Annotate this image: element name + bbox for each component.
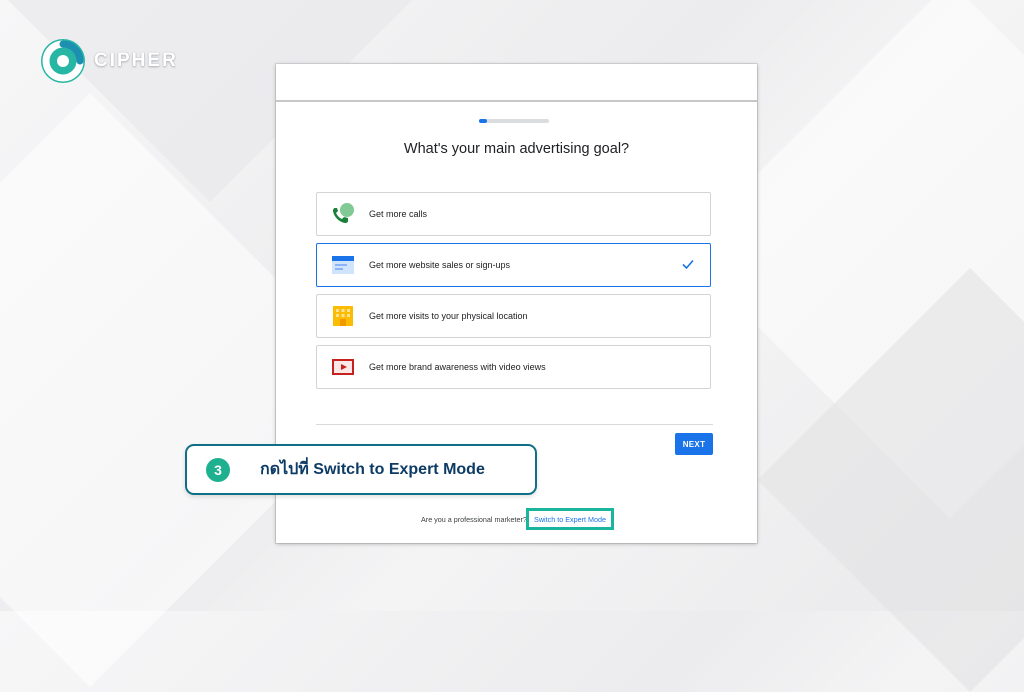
wizard-progress-bar xyxy=(479,119,549,123)
goal-option-label: Get more visits to your physical locatio… xyxy=(369,311,528,321)
goal-option-label: Get more brand awareness with video view… xyxy=(369,362,546,372)
browser-window-icon xyxy=(330,253,356,277)
divider xyxy=(316,424,713,425)
goal-option-label: Get more calls xyxy=(369,209,428,219)
goal-option-calls[interactable]: Get more calls xyxy=(316,192,711,236)
storefront-icon xyxy=(330,304,356,328)
background-shape xyxy=(757,267,1024,692)
callout-text: กดไปที่ Switch to Expert Mode xyxy=(260,461,485,478)
step-number-badge: 3 xyxy=(206,457,230,482)
next-button[interactable]: NEXT xyxy=(675,433,713,455)
brand-name: CIPHER xyxy=(94,50,178,71)
goal-option-website-sales[interactable]: Get more website sales or sign-ups xyxy=(316,243,711,287)
checkmark-icon xyxy=(682,259,694,270)
wizard-progress-fill xyxy=(479,119,488,123)
instruction-callout: 3 กดไปที่ Switch to Expert Mode xyxy=(185,444,537,495)
page-title: What's your main advertising goal? xyxy=(403,141,630,157)
goal-option-video-views[interactable]: Get more brand awareness with video view… xyxy=(316,345,711,389)
goal-option-store-visits[interactable]: Get more visits to your physical locatio… xyxy=(316,294,711,338)
goal-option-label: Get more website sales or sign-ups xyxy=(369,260,511,270)
professional-marketer-prompt: Are you a professional marketer? xyxy=(421,515,527,524)
card-header xyxy=(276,64,757,102)
phone-chat-icon xyxy=(330,202,356,226)
brand-logo: CIPHER xyxy=(40,38,178,84)
video-play-icon xyxy=(330,355,356,379)
cipher-logo-icon xyxy=(41,39,85,83)
switch-to-expert-mode-link[interactable]: Switch to Expert Mode xyxy=(526,508,614,530)
